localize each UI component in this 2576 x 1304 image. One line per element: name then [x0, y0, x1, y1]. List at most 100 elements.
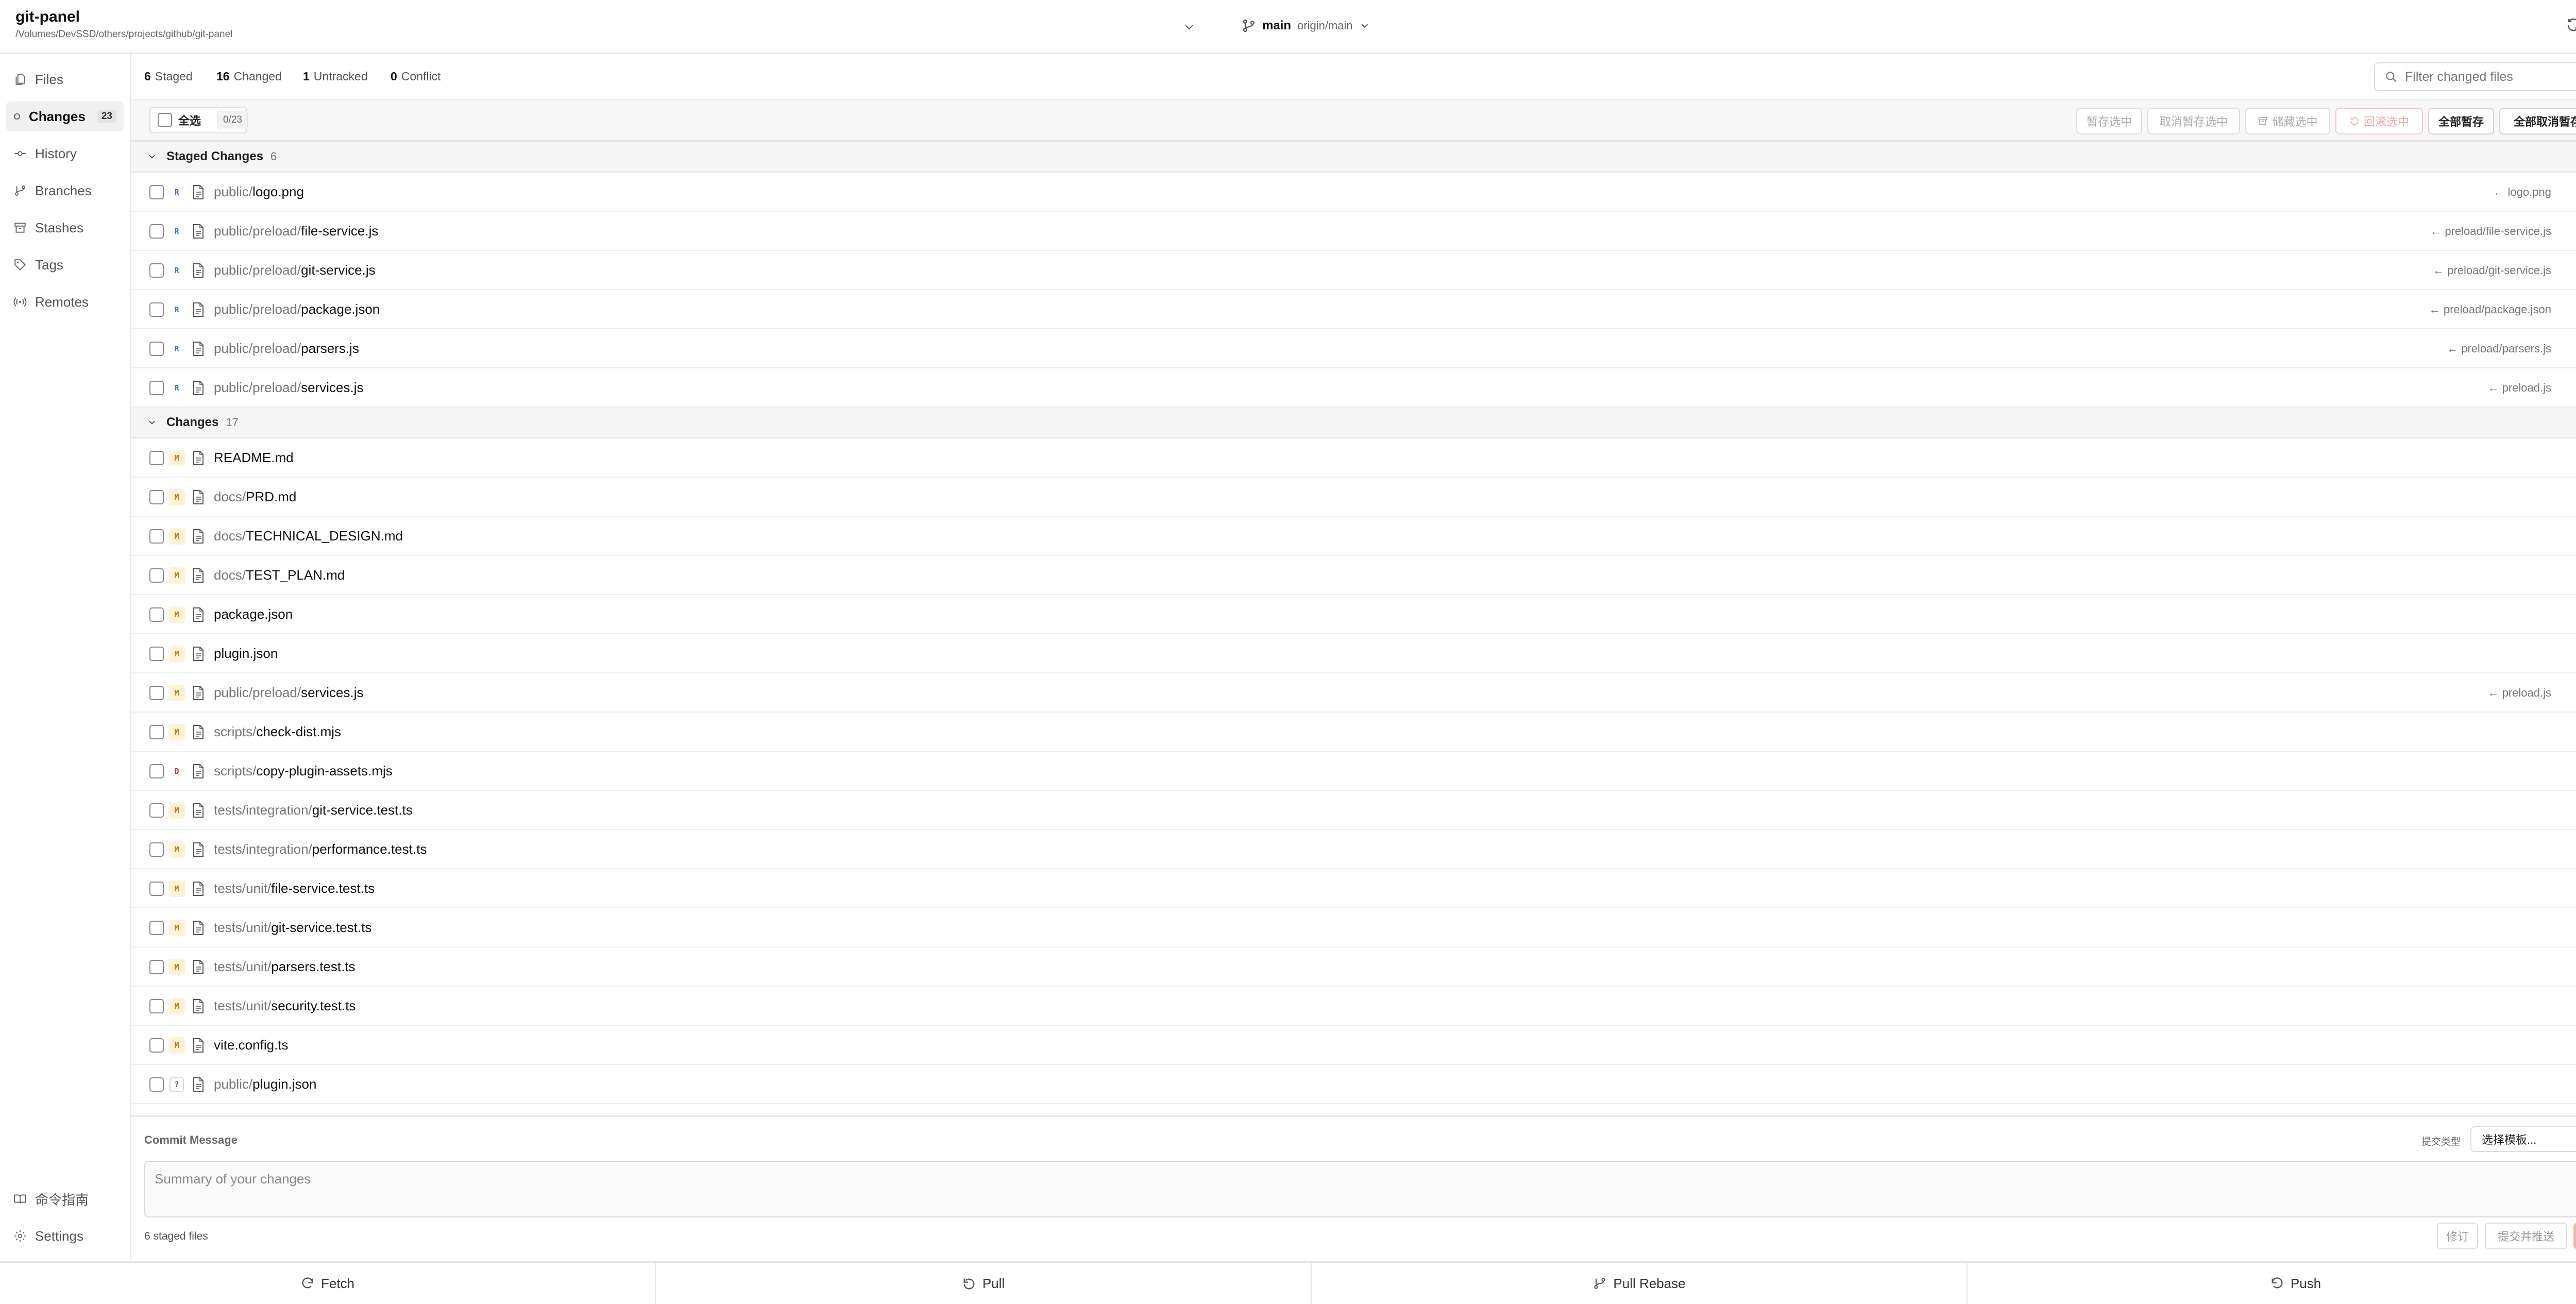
- commit-and-push-button[interactable]: 提交并推送: [2485, 1223, 2567, 1249]
- branch-selector[interactable]: main origin/main: [1242, 15, 1370, 36]
- file-row[interactable]: Rpublic/preload/parsers.js ← preload/pars…: [131, 329, 2576, 368]
- file-checkbox[interactable]: [149, 921, 164, 935]
- sidebar-item-stashes[interactable]: Stashes: [6, 213, 124, 243]
- unstage-all-button[interactable]: 全部取消暂存: [2499, 108, 2576, 134]
- sidebar-item-changes[interactable]: Changes 23: [6, 101, 124, 131]
- file-checkbox[interactable]: [149, 725, 164, 739]
- file-checkbox[interactable]: [149, 686, 164, 700]
- file-row[interactable]: Mdocs/TEST_PLAN.md: [131, 556, 2576, 595]
- amend-button[interactable]: 修订: [2437, 1223, 2478, 1249]
- file-checkbox[interactable]: [149, 529, 164, 544]
- file-path[interactable]: public/preload/package.json: [214, 301, 380, 317]
- file-row[interactable]: Mtests/unit/git-service.test.ts: [131, 908, 2576, 947]
- file-row[interactable]: Mtests/unit/parsers.test.ts: [131, 947, 2576, 987]
- file-path[interactable]: docs/TEST_PLAN.md: [214, 567, 345, 583]
- file-checkbox[interactable]: [149, 842, 164, 857]
- file-checkbox[interactable]: [149, 764, 164, 778]
- file-checkbox[interactable]: [149, 647, 164, 661]
- file-checkbox[interactable]: [149, 607, 164, 622]
- filter-files-input[interactable]: [2405, 69, 2576, 84]
- unstage-selected-button[interactable]: 取消暂存选中: [2147, 108, 2240, 134]
- file-path[interactable]: public/preload/services.js: [214, 380, 363, 396]
- pull-button[interactable]: Pull: [656, 1263, 1312, 1304]
- file-checkbox[interactable]: [149, 882, 164, 896]
- fetch-button[interactable]: Fetch: [0, 1263, 656, 1304]
- file-row[interactable]: Mdocs/PRD.md: [131, 478, 2576, 517]
- chevron-down-icon[interactable]: [147, 417, 157, 428]
- file-path[interactable]: tests/integration/performance.test.ts: [214, 841, 427, 857]
- file-row[interactable]: Rpublic/logo.png ← logo.png: [131, 173, 2576, 212]
- file-path[interactable]: tests/unit/file-service.test.ts: [214, 880, 375, 896]
- file-path[interactable]: docs/PRD.md: [214, 489, 296, 505]
- file-checkbox[interactable]: [149, 999, 164, 1013]
- sidebar-item-settings[interactable]: Settings: [6, 1221, 124, 1251]
- file-path[interactable]: public/preload/parsers.js: [214, 341, 359, 357]
- file-path[interactable]: public/preload/services.js: [214, 685, 363, 701]
- file-row[interactable]: Rpublic/preload/git-service.js ← preload/…: [131, 251, 2576, 290]
- file-path[interactable]: public/preload/file-service.js: [214, 223, 378, 239]
- file-path[interactable]: plugin.json: [214, 646, 278, 662]
- sidebar-item-command-guide[interactable]: 命令指南: [6, 1184, 124, 1214]
- file-row[interactable]: Mplugin.json: [131, 634, 2576, 673]
- file-path[interactable]: docs/TECHNICAL_DESIGN.md: [214, 528, 403, 544]
- file-checkbox[interactable]: [149, 960, 164, 974]
- file-row[interactable]: Mvite.config.ts: [131, 1026, 2576, 1065]
- file-checkbox[interactable]: [149, 451, 164, 465]
- file-checkbox[interactable]: [149, 263, 164, 278]
- file-row[interactable]: Rpublic/preload/services.js ← preload.js: [131, 368, 2576, 408]
- file-row[interactable]: Mpublic/preload/services.js ← preload.js: [131, 673, 2576, 713]
- sidebar-item-remotes[interactable]: Remotes: [6, 287, 124, 317]
- file-path[interactable]: tests/unit/git-service.test.ts: [214, 920, 371, 936]
- sidebar-item-history[interactable]: History: [6, 139, 124, 168]
- refresh-icon[interactable]: [2563, 14, 2576, 35]
- file-checkbox[interactable]: [149, 302, 164, 317]
- file-path[interactable]: public/logo.png: [214, 184, 304, 200]
- file-path[interactable]: tests/integration/git-service.test.ts: [214, 802, 413, 818]
- filter-files-box[interactable]: [2374, 62, 2576, 91]
- checkbox[interactable]: [158, 113, 172, 127]
- file-row[interactable]: Mpackage.json: [131, 595, 2576, 634]
- sidebar-item-files[interactable]: Files: [6, 64, 124, 94]
- pull-rebase-button[interactable]: Pull Rebase: [1312, 1263, 1968, 1304]
- file-row[interactable]: ? public/plugin.json: [131, 1065, 2576, 1104]
- file-checkbox[interactable]: [149, 568, 164, 583]
- file-checkbox[interactable]: [149, 490, 164, 504]
- select-all-checkbox[interactable]: 全选 0/23: [149, 107, 248, 133]
- file-row[interactable]: Rpublic/preload/package.json ← preload/pa…: [131, 290, 2576, 329]
- file-checkbox[interactable]: [149, 185, 164, 199]
- repo-switch-chevron-icon[interactable]: [1180, 18, 1198, 36]
- file-row[interactable]: Mscripts/check-dist.mjs: [131, 713, 2576, 752]
- sidebar-item-branches[interactable]: Branches: [6, 176, 124, 206]
- stage-all-button[interactable]: 全部暂存: [2428, 108, 2494, 134]
- changes-section-header[interactable]: Changes 17: [131, 408, 2576, 438]
- commit-button[interactable]: 提交: [2573, 1223, 2576, 1249]
- push-button[interactable]: Push: [1968, 1263, 2576, 1304]
- file-row[interactable]: Mtests/unit/security.test.ts: [131, 987, 2576, 1026]
- file-checkbox[interactable]: [149, 803, 164, 818]
- file-checkbox[interactable]: [149, 342, 164, 356]
- file-row[interactable]: Rpublic/preload/file-service.js ← preload…: [131, 212, 2576, 251]
- file-path[interactable]: package.json: [214, 606, 293, 622]
- file-checkbox[interactable]: [149, 381, 164, 395]
- file-row[interactable]: Mtests/unit/file-service.test.ts: [131, 869, 2576, 908]
- sidebar-item-tags[interactable]: Tags: [6, 250, 124, 280]
- file-path[interactable]: tests/unit/parsers.test.ts: [214, 959, 355, 975]
- stage-selected-button[interactable]: 暂存选中: [2076, 108, 2142, 134]
- file-row[interactable]: Mdocs/TECHNICAL_DESIGN.md: [131, 517, 2576, 556]
- file-checkbox[interactable]: [149, 224, 164, 239]
- staged-section-header[interactable]: Staged Changes 6: [131, 142, 2576, 173]
- file-path[interactable]: vite.config.ts: [214, 1037, 289, 1053]
- file-row[interactable]: Dscripts/copy-plugin-assets.mjs: [131, 752, 2576, 791]
- commit-message-input[interactable]: Summary of your changes: [144, 1161, 2576, 1217]
- file-checkbox[interactable]: [149, 1038, 164, 1053]
- file-row[interactable]: Mtests/integration/git-service.test.ts: [131, 791, 2576, 830]
- file-path[interactable]: public/preload/git-service.js: [214, 262, 376, 278]
- file-path[interactable]: scripts/check-dist.mjs: [214, 724, 341, 740]
- file-row[interactable]: M README.md: [131, 438, 2576, 478]
- chevron-down-icon[interactable]: [147, 151, 157, 162]
- file-row[interactable]: Mtests/integration/performance.test.ts: [131, 830, 2576, 869]
- stash-selected-button[interactable]: 储藏选中: [2245, 108, 2330, 134]
- file-path[interactable]: README.md: [214, 450, 294, 466]
- revert-selected-button[interactable]: 回滚选中: [2335, 108, 2423, 134]
- commit-template-select[interactable]: 选择模板...: [2470, 1126, 2576, 1152]
